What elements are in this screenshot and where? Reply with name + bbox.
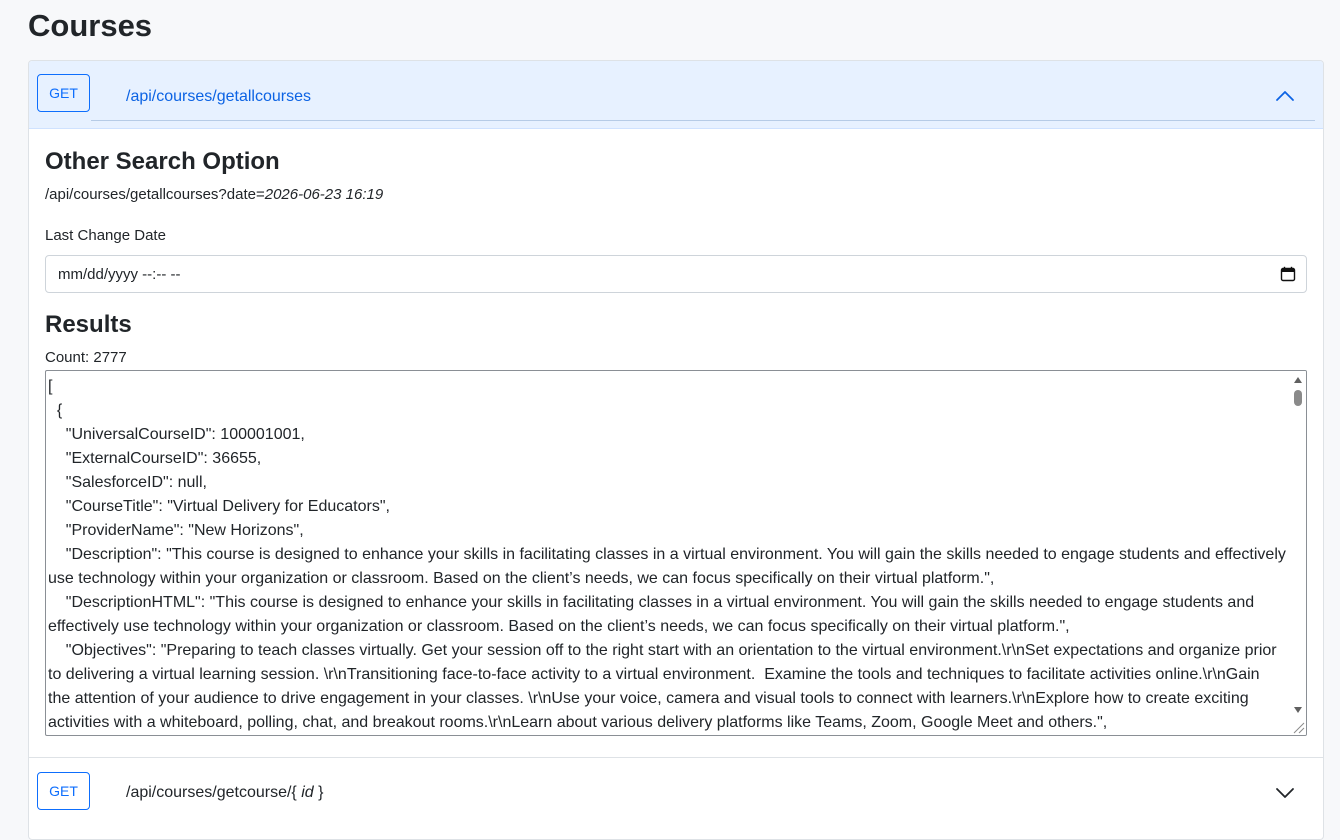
chevron-down-icon[interactable] bbox=[1274, 782, 1296, 804]
calendar-icon[interactable] bbox=[1280, 266, 1296, 282]
chevron-up-icon[interactable] bbox=[1274, 85, 1296, 107]
search-heading: Other Search Option bbox=[45, 148, 280, 175]
results-count: Count: 2777 bbox=[45, 349, 127, 366]
page-title: Courses bbox=[28, 8, 153, 43]
route-prefix: /api/courses/getcourse/{ bbox=[126, 784, 302, 801]
get-method-button[interactable]: GET bbox=[37, 74, 90, 112]
resize-grip-icon[interactable] bbox=[1291, 720, 1305, 734]
header-divider bbox=[91, 120, 1315, 121]
results-scrollbar[interactable] bbox=[1290, 371, 1306, 735]
endpoint-route[interactable]: /api/courses/getcourse/{ id } bbox=[126, 784, 323, 802]
scroll-down-arrow-icon[interactable] bbox=[1293, 705, 1303, 715]
scroll-thumb[interactable] bbox=[1294, 390, 1302, 406]
endpoint-header-getallcourses[interactable]: GET /api/courses/getallcourses bbox=[29, 61, 1323, 129]
route-param: id bbox=[301, 784, 314, 801]
route-suffix: } bbox=[313, 784, 324, 801]
last-change-date-input[interactable]: mm/dd/yyyy --:-- -- bbox=[45, 255, 1307, 293]
endpoint-header-getcourse[interactable]: GET /api/courses/getcourse/{ id } bbox=[29, 758, 1323, 828]
search-example-prefix: /api/courses/getallcourses?date= bbox=[45, 186, 265, 203]
results-json: [ { "UniversalCourseID": 100001001, "Ext… bbox=[48, 378, 1286, 731]
get-method-button[interactable]: GET bbox=[37, 772, 90, 810]
search-example: /api/courses/getallcourses?date=2026-06-… bbox=[45, 186, 383, 203]
scroll-up-arrow-icon[interactable] bbox=[1293, 375, 1303, 385]
search-example-value: 2026-06-23 16:19 bbox=[264, 186, 384, 203]
results-heading: Results bbox=[45, 311, 132, 338]
last-change-date-label: Last Change Date bbox=[45, 227, 166, 244]
endpoints-accordion: GET /api/courses/getallcourses Other Sea… bbox=[28, 60, 1324, 840]
date-input-value: mm/dd/yyyy --:-- -- bbox=[58, 265, 181, 283]
endpoint-route[interactable]: /api/courses/getallcourses bbox=[126, 88, 311, 106]
results-textarea[interactable]: [ { "UniversalCourseID": 100001001, "Ext… bbox=[45, 370, 1307, 736]
